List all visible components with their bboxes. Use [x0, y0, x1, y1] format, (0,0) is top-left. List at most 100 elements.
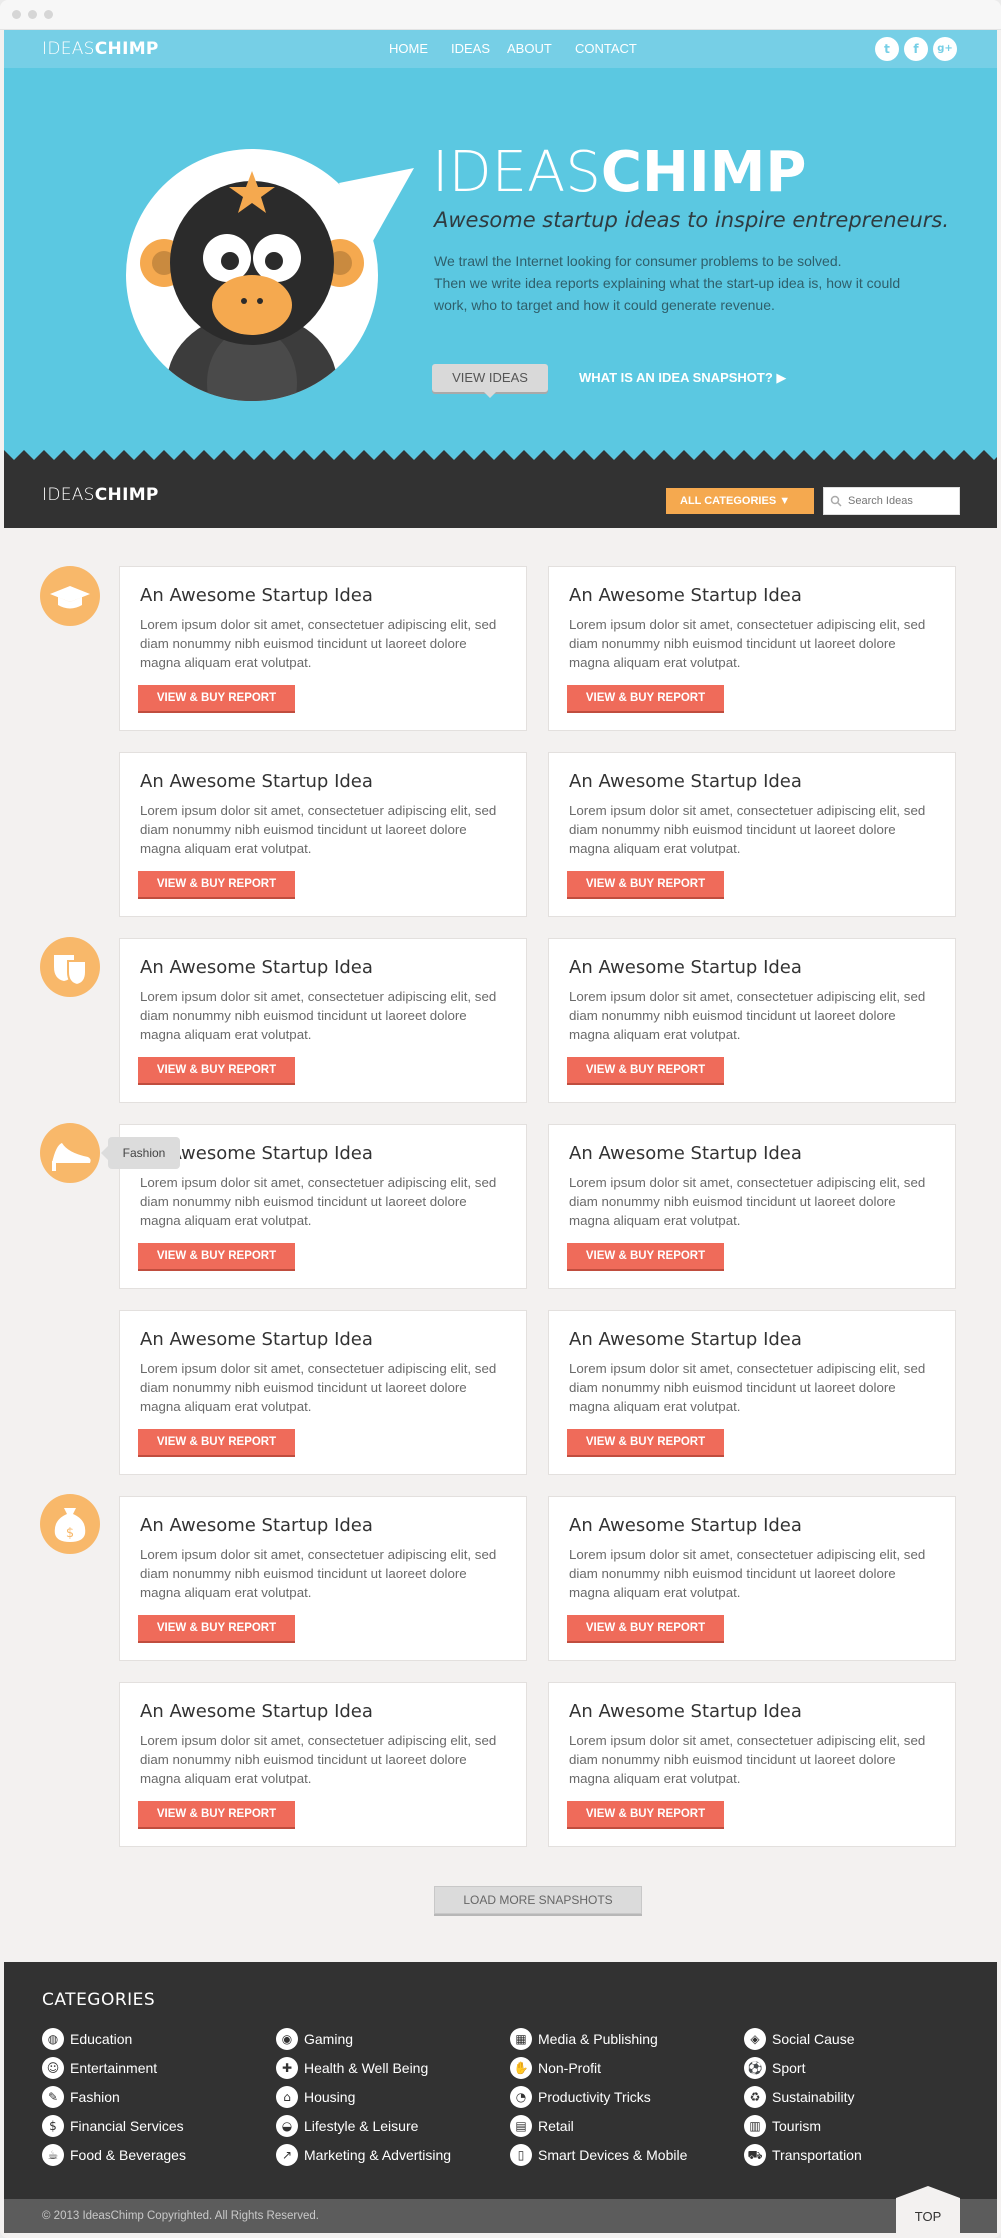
idea-card-description: Lorem ipsum dolor sit amet, consectetuer… [140, 617, 497, 670]
idea-card-title[interactable]: An Awesome Startup Idea [140, 585, 373, 606]
high-heel-icon[interactable] [40, 1123, 100, 1183]
logo-bold-text: CHIMP [94, 485, 159, 505]
view-buy-report-button[interactable]: VIEW & BUY REPORT [567, 1429, 724, 1455]
google-plus-icon[interactable]: g+ [933, 37, 957, 61]
money-bag-icon[interactable]: $ [40, 1494, 100, 1554]
subbar-logo[interactable]: IDEASCHIMP [42, 485, 159, 505]
load-more-button[interactable]: LOAD MORE SNAPSHOTS [434, 1886, 642, 1914]
hero-tagline: Awesome startup ideas to inspire entrepr… [434, 208, 950, 232]
hero-desc-line-1: We trawl the Internet looking for consum… [434, 253, 842, 269]
footer-category-link[interactable]: ✋ Non-Profit [510, 2057, 601, 2079]
search-input[interactable] [823, 487, 960, 515]
footer-category-label: Tourism [772, 2118, 822, 2134]
footer-category-link[interactable]: ☺ Entertainment [42, 2057, 157, 2079]
idea-card-title[interactable]: An Awesome Startup Idea [569, 771, 802, 792]
view-buy-report-button[interactable]: VIEW & BUY REPORT [138, 685, 295, 711]
idea-card-title[interactable]: An Awesome Startup Idea [569, 1329, 802, 1350]
footer-category-link[interactable]: ♻ Sustainability [744, 2086, 855, 2108]
idea-card-title[interactable]: An Awesome Startup Idea [569, 1701, 802, 1722]
theatre-masks-icon[interactable] [40, 937, 100, 997]
idea-card-description: Lorem ipsum dolor sit amet, consectetuer… [569, 1361, 926, 1414]
copyright-bar: © 2013 IdeasChimp Copyrighted. All Right… [4, 2199, 997, 2233]
footer-category-label: Housing [304, 2089, 356, 2105]
logo-light-text: IDEAS [42, 39, 95, 59]
graduation-cap-icon[interactable] [40, 566, 100, 626]
view-buy-report-button[interactable]: VIEW & BUY REPORT [138, 1057, 295, 1083]
footer-category-link[interactable]: ▤ Retail [510, 2115, 574, 2137]
hero-title: IDEASCHIMP [432, 140, 806, 205]
footer-category-link[interactable]: ⛟ Transportation [744, 2144, 862, 2166]
nav-logo[interactable]: IDEASCHIMP [42, 39, 159, 59]
footer-category-link[interactable]: ◔ Productivity Tricks [510, 2086, 651, 2108]
view-buy-report-button[interactable]: VIEW & BUY REPORT [567, 1801, 724, 1827]
idea-card-title[interactable]: An Awesome Startup Idea [140, 1329, 373, 1350]
category-tooltip: Fashion [101, 1137, 180, 1169]
category-icon: ✎ [42, 2086, 64, 2108]
chimp-mascot-illustration [126, 149, 414, 401]
view-buy-report-button[interactable]: VIEW & BUY REPORT [567, 685, 724, 711]
nav-contact[interactable]: CONTACT [575, 41, 637, 56]
twitter-icon[interactable]: t [875, 37, 899, 61]
back-to-top-label[interactable]: TOP [896, 2209, 960, 2224]
view-buy-report-button[interactable]: VIEW & BUY REPORT [138, 1615, 295, 1641]
all-categories-dropdown[interactable]: ALL CATEGORIES ▼ [666, 488, 814, 514]
view-buy-report-button[interactable]: VIEW & BUY REPORT [567, 1615, 724, 1641]
footer-category-link[interactable]: ◒ Lifestyle & Leisure [276, 2115, 418, 2137]
footer-category-link[interactable]: ↗ Marketing & Advertising [276, 2144, 451, 2166]
idea-card-title[interactable]: An Awesome Startup Idea [140, 957, 373, 978]
category-icon: ⌂ [276, 2086, 298, 2108]
logo-light-text: IDEAS [42, 485, 95, 505]
category-icon: ✋ [510, 2057, 532, 2079]
category-icon: ⚽ [744, 2057, 766, 2079]
view-buy-report-button[interactable]: VIEW & BUY REPORT [567, 871, 724, 897]
footer-category-link[interactable]: ▥ Tourism [744, 2115, 821, 2137]
view-buy-report-button[interactable]: VIEW & BUY REPORT [567, 1243, 724, 1269]
hero-title-bold: CHIMP [600, 140, 807, 205]
category-icon: $ [42, 2115, 64, 2137]
idea-snapshot-link[interactable]: WHAT IS AN IDEA SNAPSHOT? ▶ [579, 370, 786, 386]
idea-card-description: Lorem ipsum dolor sit amet, consectetuer… [140, 803, 497, 856]
footer-category-link[interactable]: ◉ Gaming [276, 2028, 353, 2050]
idea-card-title[interactable]: An Awesome Startup Idea [140, 771, 373, 792]
footer: CATEGORIES ◍ Education ☺ Entertainment ✎ Fash… [4, 1962, 997, 2199]
idea-card-title[interactable]: An Awesome Startup Idea [569, 1143, 802, 1164]
view-buy-report-button[interactable]: VIEW & BUY REPORT [138, 1243, 295, 1269]
footer-category-label: Education [70, 2031, 133, 2047]
footer-category-label: Transportation [772, 2147, 862, 2163]
view-ideas-button[interactable]: VIEW IDEAS [432, 364, 548, 398]
nav-about[interactable]: ABOUT [507, 41, 552, 56]
facebook-icon[interactable]: f [904, 37, 928, 61]
idea-card-title[interactable]: An Awesome Startup Idea [569, 957, 802, 978]
idea-card-title[interactable]: An Awesome Startup Idea [569, 1515, 802, 1536]
view-buy-report-button[interactable]: VIEW & BUY REPORT [567, 1057, 724, 1083]
footer-category-link[interactable]: ⚽ Sport [744, 2057, 805, 2079]
search-icon [830, 495, 842, 507]
footer-category-link[interactable]: $ Financial Services [42, 2115, 184, 2137]
nav-home[interactable]: HOME [389, 41, 428, 56]
idea-card: An Awesome Startup Idea Lorem ipsum dolor… [548, 752, 956, 917]
idea-card-title[interactable]: An Awesome Startup Idea [569, 585, 802, 606]
footer-category-link[interactable]: ☕ Food & Beverages [42, 2144, 186, 2166]
idea-card: An Awesome Startup Idea Lorem ipsum dolor… [548, 1682, 956, 1847]
idea-card-title[interactable]: An Awesome Startup Idea [140, 1515, 373, 1536]
footer-category-link[interactable]: ▦ Media & Publishing [510, 2028, 658, 2050]
idea-card-description: Lorem ipsum dolor sit amet, consectetuer… [140, 1733, 497, 1786]
window-dot[interactable] [28, 10, 37, 19]
window-dot[interactable] [12, 10, 21, 19]
zigzag-divider [4, 450, 997, 464]
idea-card: An Awesome Startup Idea Lorem ipsum dolor… [119, 752, 527, 917]
idea-card-title[interactable]: An Awesome Startup Idea [140, 1701, 373, 1722]
view-buy-report-button[interactable]: VIEW & BUY REPORT [138, 1801, 295, 1827]
idea-card: An Awesome Startup Idea Lorem ipsum dolor… [119, 1124, 527, 1289]
view-buy-report-button[interactable]: VIEW & BUY REPORT [138, 871, 295, 897]
footer-category-link[interactable]: ◍ Education [42, 2028, 132, 2050]
hero-desc-line-2: Then we write idea reports explaining wh… [434, 275, 901, 313]
footer-category-link[interactable]: ✚ Health & Well Being [276, 2057, 428, 2079]
footer-category-link[interactable]: ⌂ Housing [276, 2086, 355, 2108]
footer-category-link[interactable]: ✎ Fashion [42, 2086, 120, 2108]
nav-ideas[interactable]: IDEAS [451, 41, 490, 56]
footer-category-link[interactable]: ▯ Smart Devices & Mobile [510, 2144, 687, 2166]
view-buy-report-button[interactable]: VIEW & BUY REPORT [138, 1429, 295, 1455]
window-dot[interactable] [44, 10, 53, 19]
footer-category-link[interactable]: ◈ Social Cause [744, 2028, 855, 2050]
